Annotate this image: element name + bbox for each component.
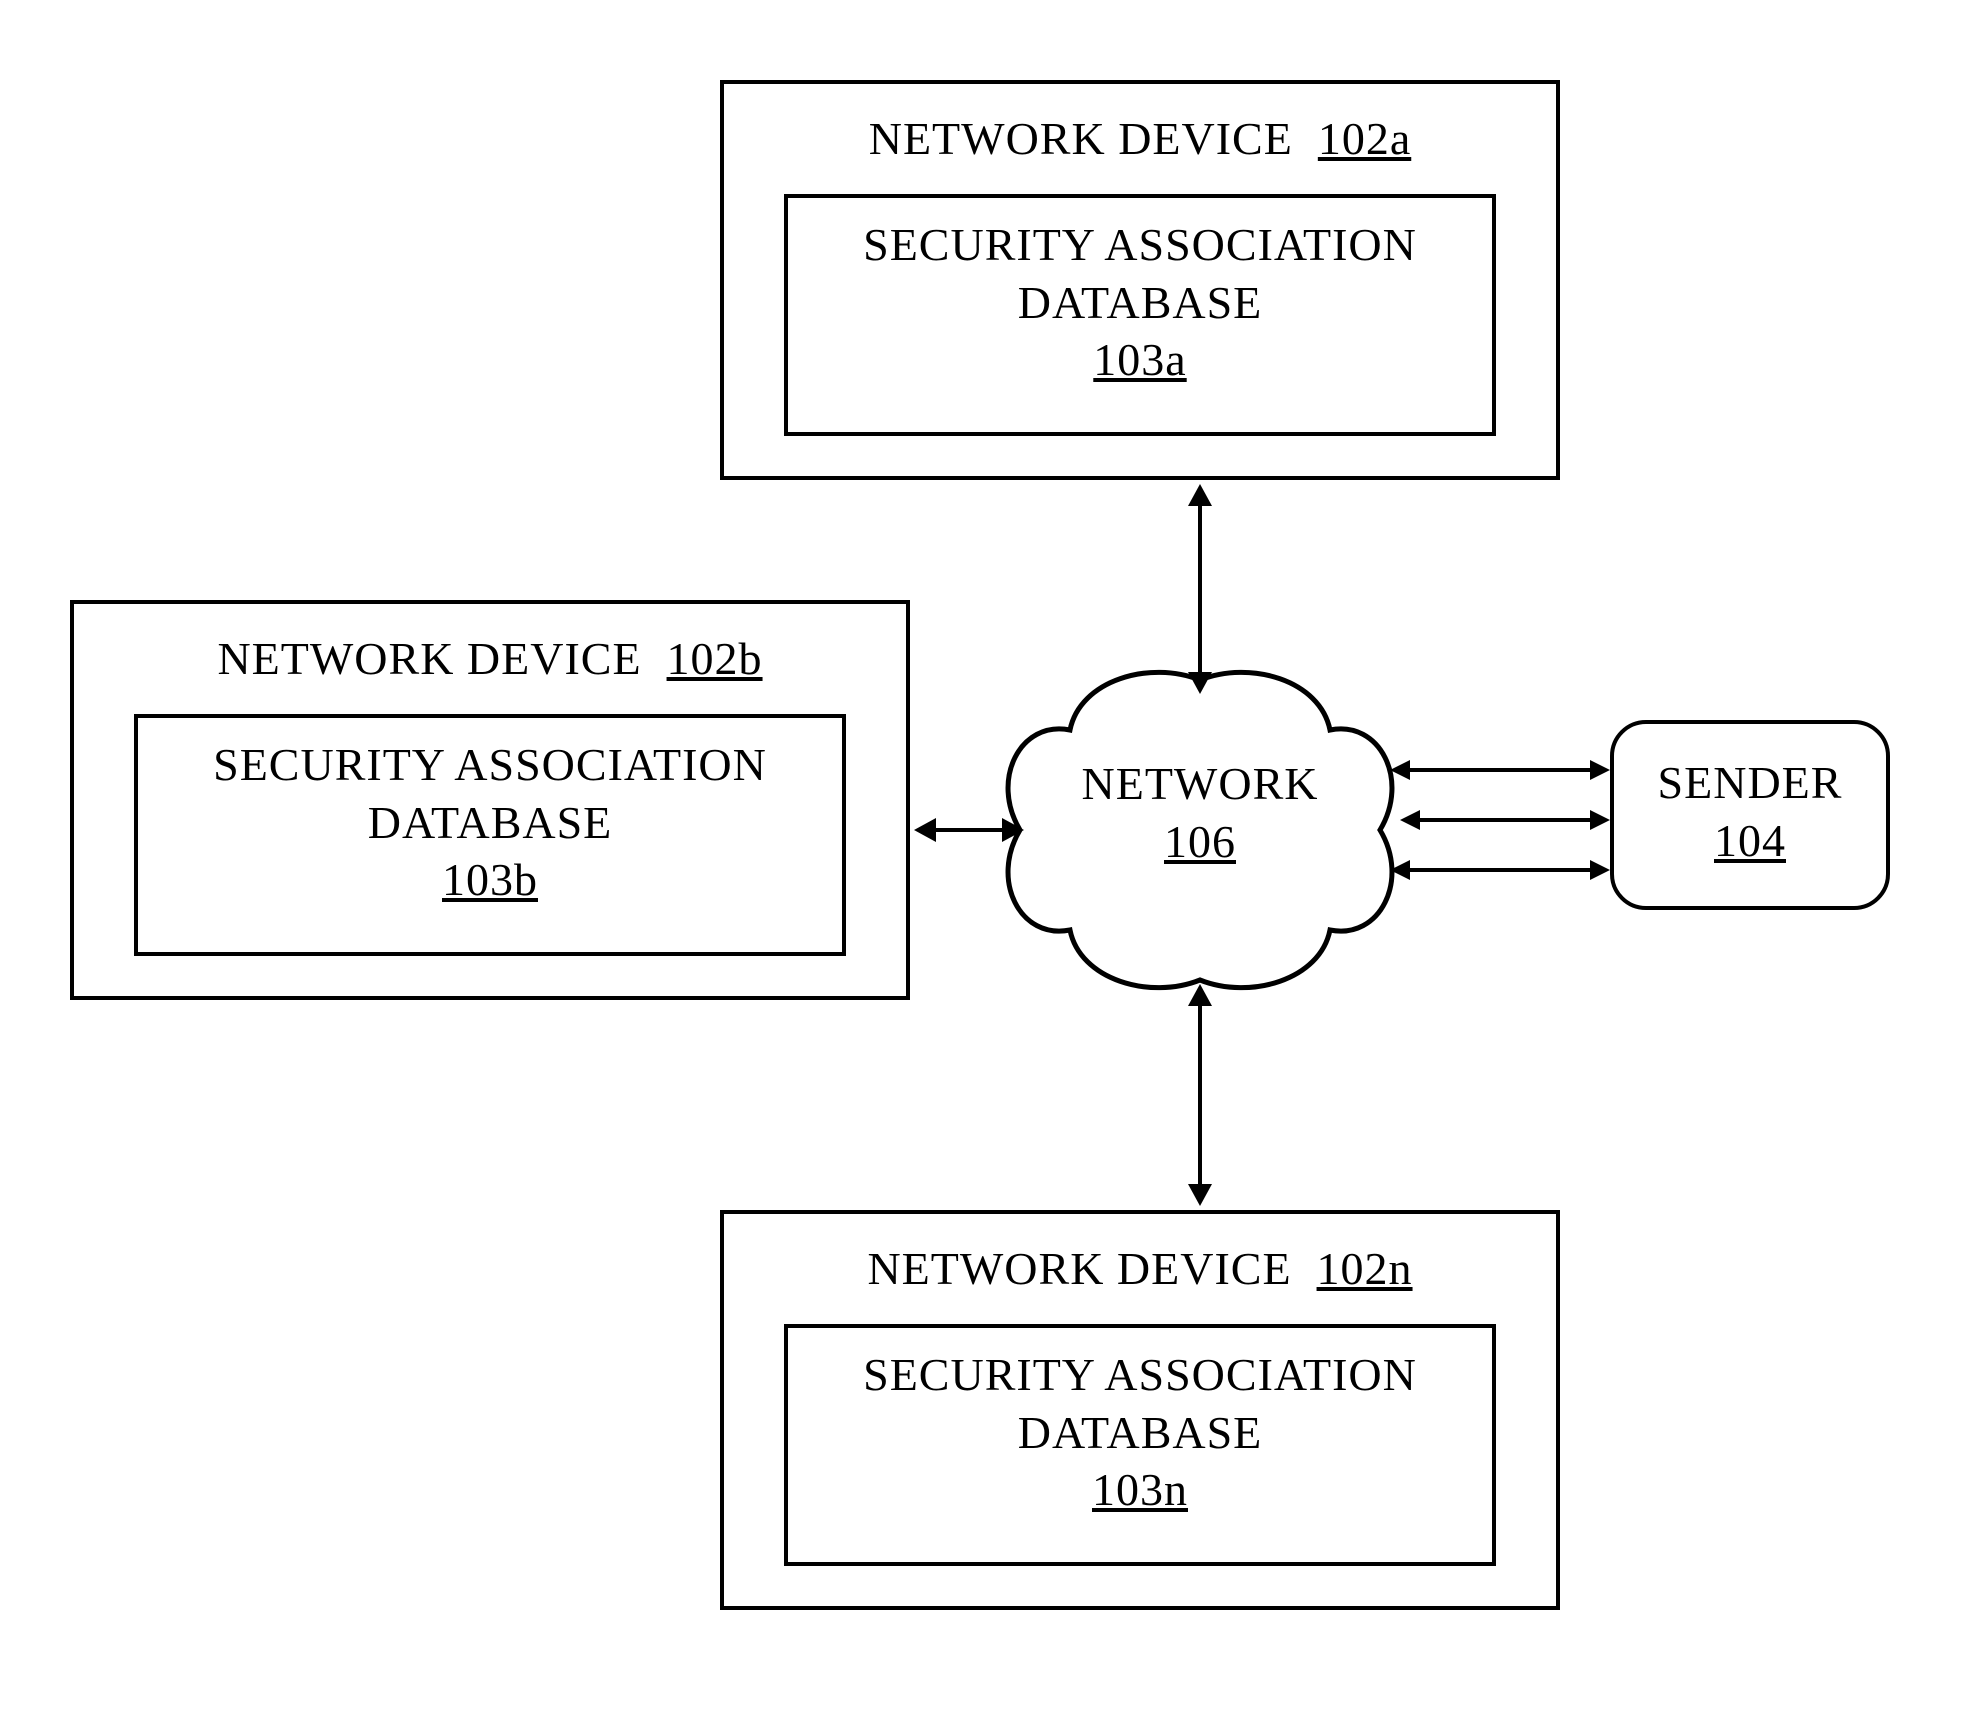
security-db-b-text: SECURITY ASSOCIATION DATABASE 103b <box>138 718 842 909</box>
security-db-a-box: SECURITY ASSOCIATION DATABASE 103a <box>784 194 1496 436</box>
security-db-a-ref: 103a <box>1093 334 1186 385</box>
diagram-canvas: NETWORK DEVICE 102a SECURITY ASSOCIATION… <box>0 0 1988 1726</box>
device-b-title-label: NETWORK DEVICE <box>217 633 641 684</box>
network-ref: 106 <box>1164 816 1236 867</box>
security-db-b-label: SECURITY ASSOCIATION DATABASE <box>213 739 767 848</box>
arrow-network-to-sender-2 <box>1400 805 1610 835</box>
arrow-device-b-to-network <box>914 810 1024 850</box>
security-db-n-ref: 103n <box>1092 1464 1188 1515</box>
arrow-device-a-to-network <box>1180 484 1220 694</box>
network-label-block: NETWORK 106 <box>1000 755 1400 870</box>
network-device-b-box: NETWORK DEVICE 102b SECURITY ASSOCIATION… <box>70 600 910 1000</box>
device-a-title-ref: 102a <box>1318 113 1411 164</box>
sender-ref: 104 <box>1714 815 1786 866</box>
security-db-a-text: SECURITY ASSOCIATION DATABASE 103a <box>788 198 1492 389</box>
network-device-a-box: NETWORK DEVICE 102a SECURITY ASSOCIATION… <box>720 80 1560 480</box>
security-db-n-text: SECURITY ASSOCIATION DATABASE 103n <box>788 1328 1492 1519</box>
security-db-b-box: SECURITY ASSOCIATION DATABASE 103b <box>134 714 846 956</box>
security-db-a-label: SECURITY ASSOCIATION DATABASE <box>863 219 1417 328</box>
network-label: NETWORK <box>1082 758 1319 809</box>
network-device-b-title: NETWORK DEVICE 102b <box>74 632 906 685</box>
arrow-device-n-to-network <box>1180 984 1220 1206</box>
sender-box: SENDER 104 <box>1610 720 1890 910</box>
arrow-network-to-sender-3 <box>1390 855 1610 885</box>
device-n-title-ref: 102n <box>1317 1243 1413 1294</box>
security-db-n-label: SECURITY ASSOCIATION DATABASE <box>863 1349 1417 1458</box>
network-device-n-box: NETWORK DEVICE 102n SECURITY ASSOCIATION… <box>720 1210 1560 1610</box>
device-a-title-label: NETWORK DEVICE <box>869 113 1293 164</box>
device-n-title-label: NETWORK DEVICE <box>867 1243 1291 1294</box>
arrow-network-to-sender-1 <box>1390 755 1610 785</box>
network-device-n-title: NETWORK DEVICE 102n <box>724 1242 1556 1295</box>
sender-label: SENDER <box>1658 757 1843 808</box>
device-b-title-ref: 102b <box>667 633 763 684</box>
network-cloud: NETWORK 106 <box>1000 660 1400 1000</box>
network-device-a-title: NETWORK DEVICE 102a <box>724 112 1556 165</box>
security-db-b-ref: 103b <box>442 854 538 905</box>
security-db-n-box: SECURITY ASSOCIATION DATABASE 103n <box>784 1324 1496 1566</box>
